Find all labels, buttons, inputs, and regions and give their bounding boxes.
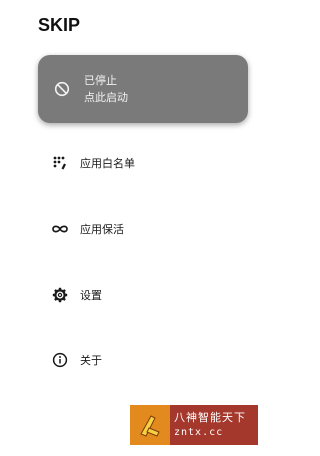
menu-item-label: 设置: [80, 289, 102, 302]
block-icon: [52, 79, 72, 99]
watermark-text: 八神智能天下 zntx.cc: [170, 410, 246, 440]
menu-item-about[interactable]: 关于: [38, 343, 248, 377]
watermark-url: zntx.cc: [174, 427, 224, 438]
apps-grid-icon: [50, 153, 70, 173]
app-screen: SKIP 已停止 点此启动 应用白名单 应用保活 设置 关于 八神智能天下 zn…: [0, 0, 271, 456]
infinity-icon: [50, 219, 70, 239]
status-text: 已停止 点此启动: [84, 72, 128, 106]
gear-icon: [50, 285, 70, 305]
menu-item-label: 关于: [80, 354, 102, 367]
menu-item-app-whitelist[interactable]: 应用白名单: [38, 146, 248, 180]
watermark: 八神智能天下 zntx.cc: [130, 405, 258, 445]
watermark-title: 八神智能天下: [174, 411, 246, 424]
status-title: 已停止: [84, 74, 117, 87]
app-title: SKIP: [38, 15, 81, 35]
status-card[interactable]: 已停止 点此启动: [38, 55, 248, 123]
menu-item-label: 应用白名单: [80, 157, 135, 170]
status-subtitle: 点此启动: [84, 91, 128, 104]
menu-item-label: 应用保活: [80, 223, 124, 236]
menu-item-keep-alive[interactable]: 应用保活: [38, 212, 248, 246]
menu-item-settings[interactable]: 设置: [38, 278, 248, 312]
watermark-logo: [130, 405, 170, 445]
info-icon: [50, 350, 70, 370]
